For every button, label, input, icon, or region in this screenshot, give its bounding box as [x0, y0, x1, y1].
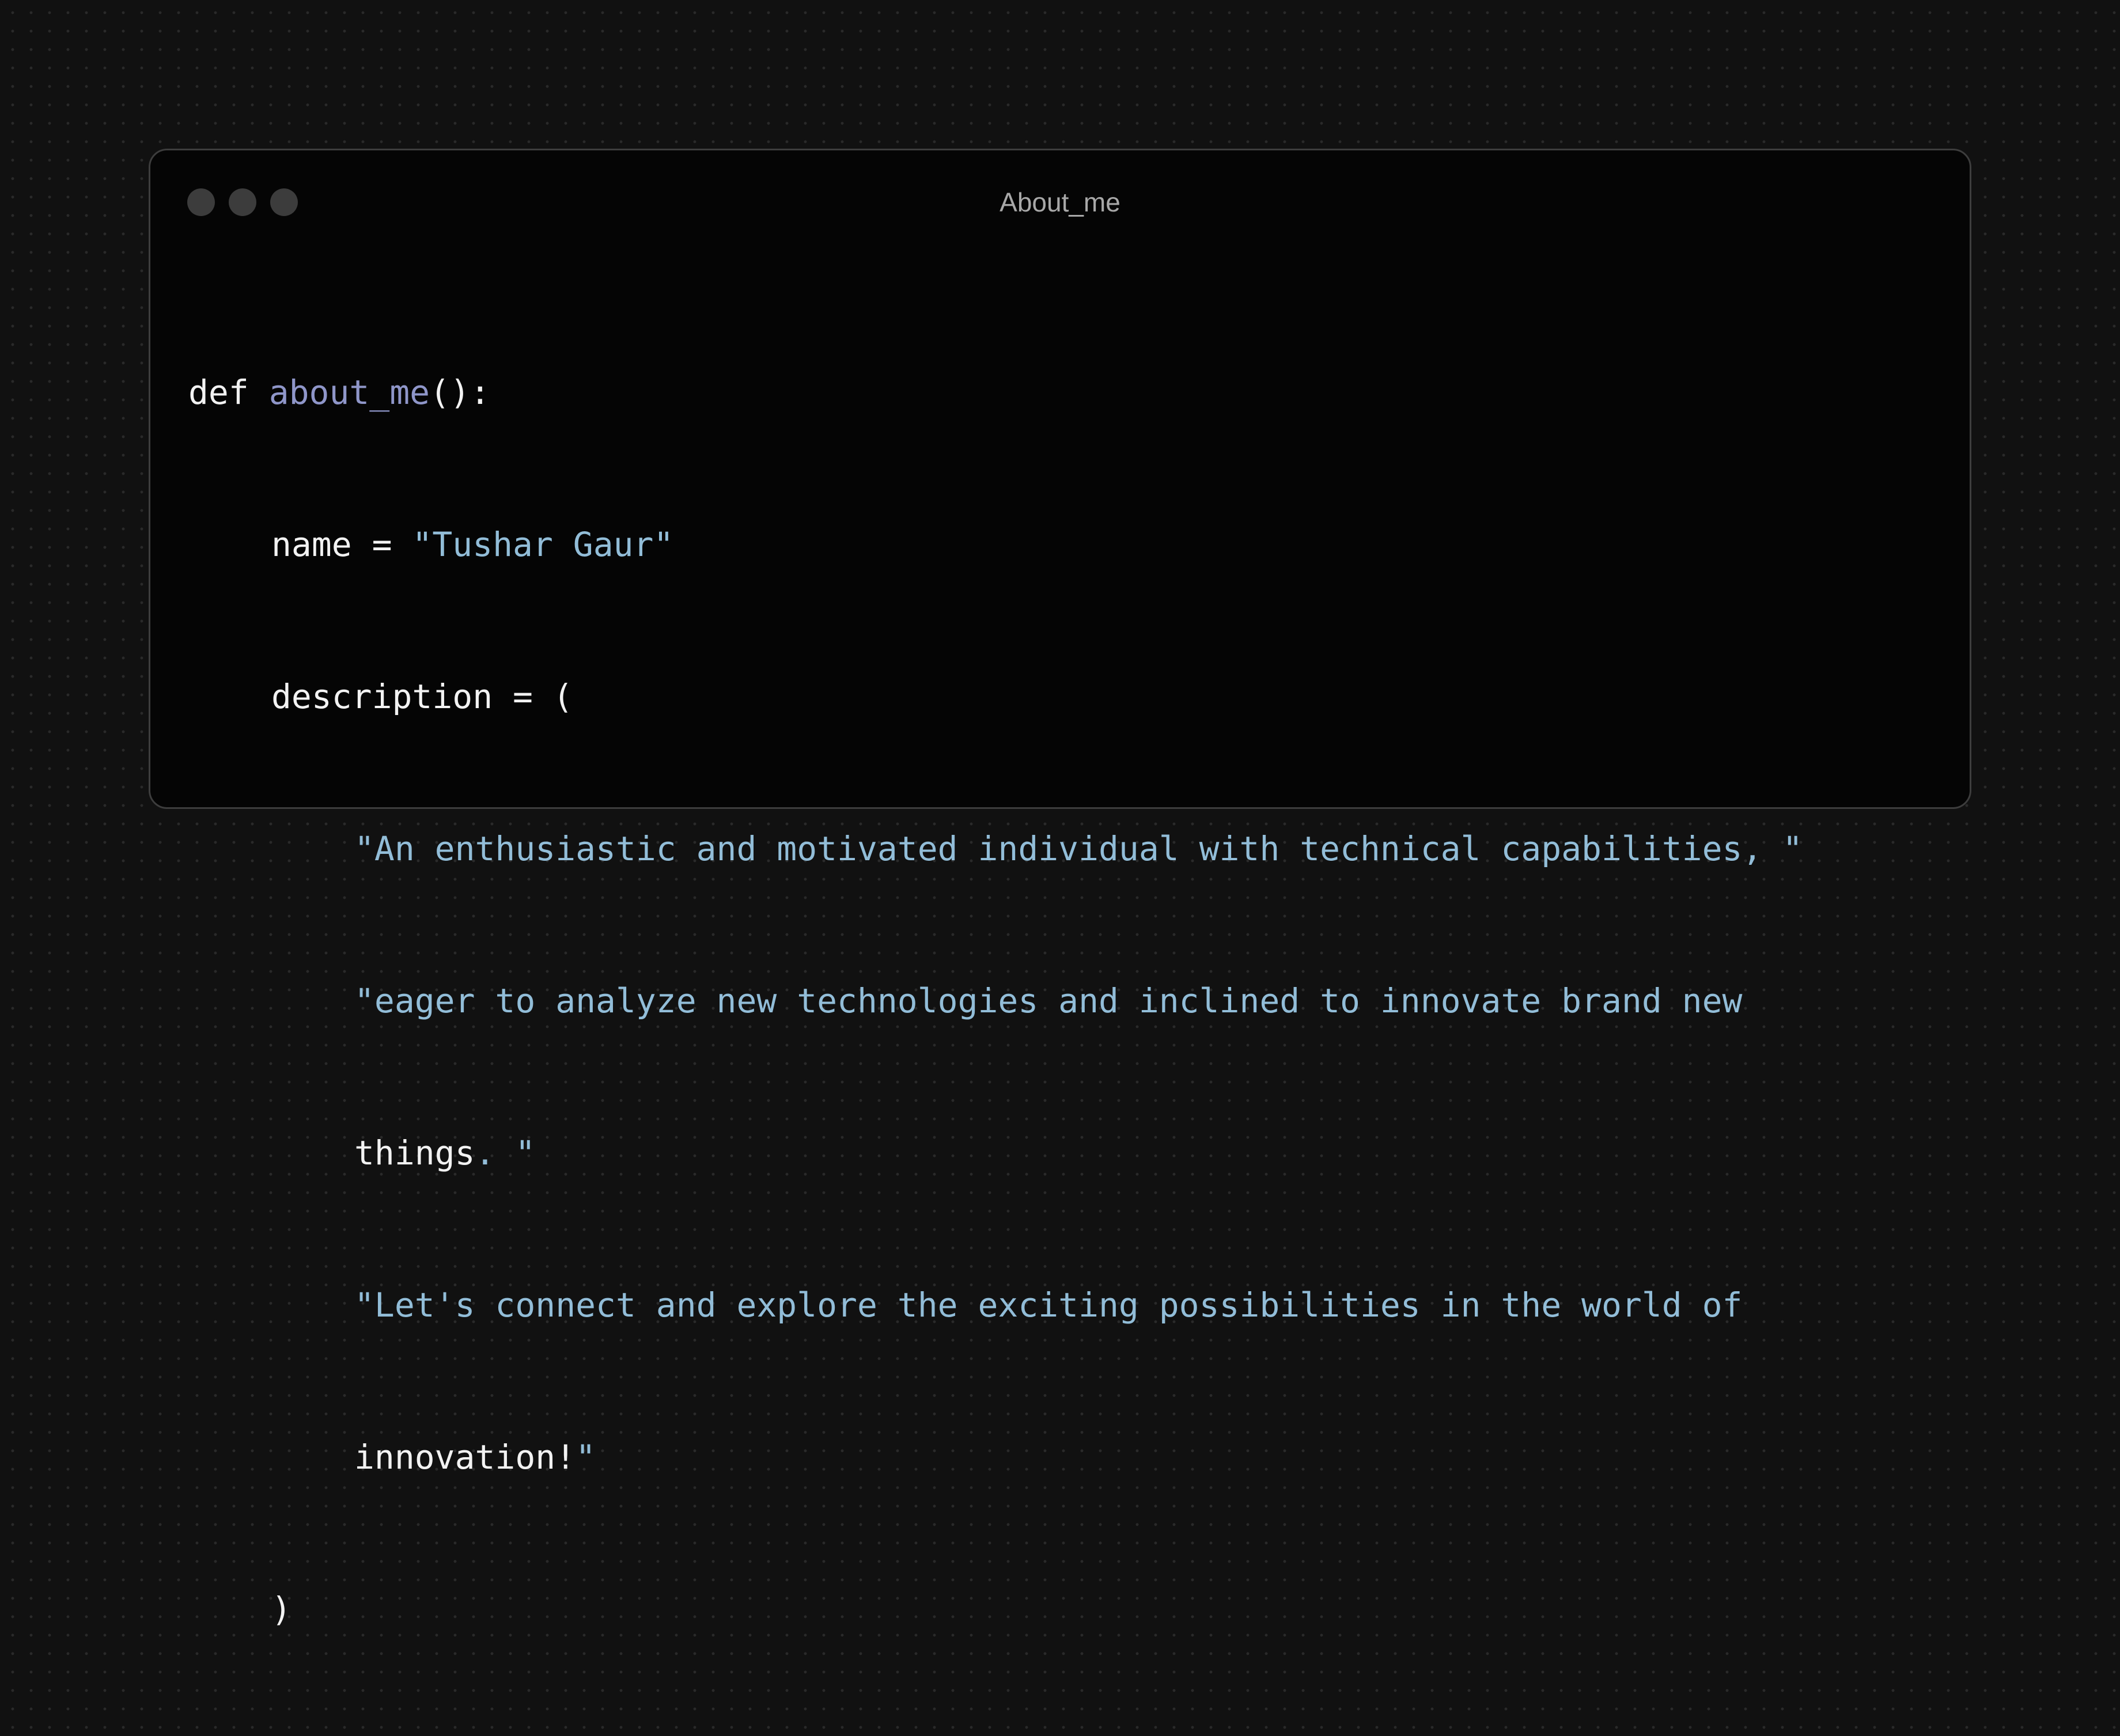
- close-paren: ): [271, 1590, 292, 1629]
- string-2-wrap-word: things: [354, 1133, 475, 1173]
- function-name: about_me: [268, 373, 430, 412]
- string-2-wrap-tail: . ": [475, 1133, 536, 1173]
- code-line-string-1: "An enthusiastic and motivated individua…: [188, 823, 1803, 874]
- string-3-wrap-quote: ": [576, 1438, 596, 1477]
- keyword-def: def: [188, 373, 249, 412]
- string-2: "eager to analyze new technologies and i…: [354, 981, 1743, 1020]
- code-line-def: def about_me():: [188, 367, 1803, 418]
- code-line-string-3-wrap: innovation!": [188, 1432, 1803, 1482]
- window-title: About_me: [1000, 187, 1120, 217]
- name-assign: name =: [271, 525, 412, 564]
- description-assign: description = (: [271, 677, 573, 716]
- string-3-wrap-word: innovation!: [354, 1438, 576, 1477]
- code-line-description: description = (: [188, 671, 1803, 722]
- code-line-string-3: "Let's connect and explore the exciting …: [188, 1280, 1803, 1330]
- code-line-close: ): [188, 1584, 1803, 1635]
- code-line-string-2-wrap: things. ": [188, 1128, 1803, 1178]
- code-window: About_me def about_me(): name = "Tushar …: [149, 149, 1971, 1629]
- code-line-name: name = "Tushar Gaur": [188, 519, 1803, 570]
- string-3: "Let's connect and explore the exciting …: [354, 1285, 1743, 1325]
- signature-tail: ():: [430, 373, 490, 412]
- string-1: "An enthusiastic and motivated individua…: [354, 829, 1803, 868]
- name-value: "Tushar Gaur": [412, 525, 674, 564]
- code-line-string-2: "eager to analyze new technologies and i…: [188, 975, 1803, 1026]
- code-block: def about_me(): name = "Tushar Gaur" des…: [188, 266, 1803, 1736]
